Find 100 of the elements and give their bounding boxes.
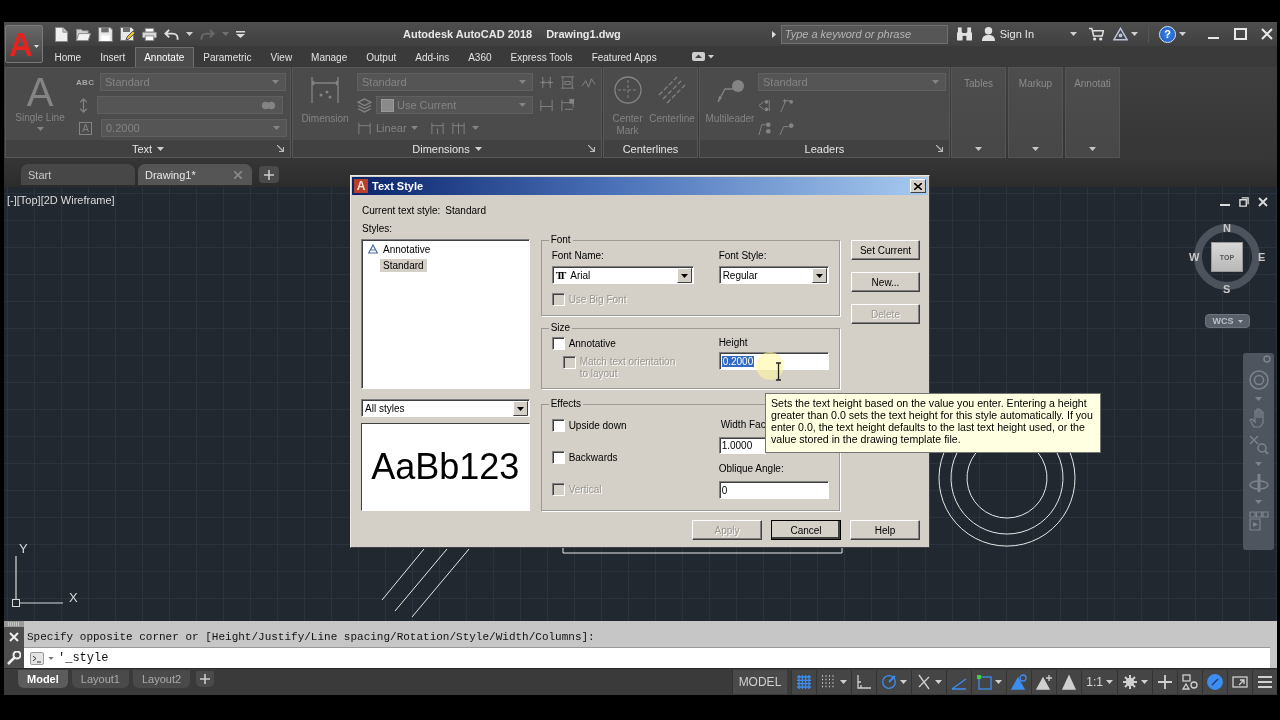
height-field[interactable]: 0.2000 — [718, 352, 829, 370]
search-field[interactable]: Type a keyword or phrase — [780, 24, 948, 44]
new-style-button[interactable]: New... — [851, 272, 920, 292]
save-as-icon[interactable] — [120, 26, 135, 42]
polar-toggle[interactable] — [876, 670, 912, 694]
ribbon-tab[interactable]: Insert — [90, 47, 135, 67]
checkbox[interactable] — [551, 418, 565, 432]
ribbon-tab[interactable]: Featured Apps — [582, 47, 667, 67]
backwards-label: Backwards — [568, 450, 618, 464]
annotation-visibility-toggle[interactable] — [1006, 670, 1032, 694]
oblique-angle-field[interactable]: 0 — [718, 481, 829, 499]
caret-icon — [410, 126, 418, 130]
customize-toolbar-icon[interactable] — [236, 30, 245, 38]
gear-icon — [1122, 674, 1138, 690]
isometric-toggle[interactable] — [911, 670, 947, 694]
ribbon-tab[interactable]: Output — [356, 47, 406, 67]
caret-icon[interactable] — [1070, 32, 1077, 36]
caret-icon[interactable] — [1131, 32, 1138, 36]
undo-icon[interactable] — [164, 26, 179, 42]
maximize-icon[interactable] — [1234, 28, 1247, 40]
file-name: Drawing1.dwg — [546, 28, 621, 40]
file-tab[interactable]: Drawing1* — [138, 164, 252, 185]
object-snap-toggle[interactable] — [971, 670, 1007, 694]
save-icon[interactable] — [98, 26, 113, 42]
layout-tab[interactable]: Layout2 — [132, 670, 191, 688]
ribbon-tab[interactable]: Manage — [301, 47, 357, 67]
dialog-launcher-icon[interactable] — [277, 145, 284, 152]
sign-in-button[interactable]: Sign In — [980, 27, 1034, 41]
font-style-dropdown[interactable]: Regular — [718, 266, 829, 284]
viewport-control[interactable]: [Top] — [16, 194, 41, 206]
new-file-icon[interactable] — [54, 26, 69, 42]
expand-arrow-icon[interactable] — [771, 30, 776, 38]
file-tab[interactable]: Start — [21, 164, 135, 185]
command-prompt-icon — [30, 651, 44, 665]
performance-toggle[interactable] — [1202, 670, 1227, 694]
customize-button[interactable] — [1252, 670, 1277, 694]
leaders-panel-title: Leaders — [804, 142, 845, 155]
open-folder-icon[interactable] — [76, 26, 91, 42]
restore-icon[interactable] — [1239, 197, 1249, 207]
ribbon-tab[interactable]: Express Tools — [501, 47, 583, 67]
triangle-network-icon[interactable] — [1113, 27, 1128, 41]
ribbon-toggle-icon[interactable] — [692, 52, 715, 61]
new-tab-button[interactable] — [259, 166, 279, 183]
dialog-launcher-icon[interactable] — [588, 145, 595, 152]
viewport-control[interactable]: [2D Wireframe] — [40, 194, 115, 206]
ribbon-tab[interactable]: Add-ins — [405, 47, 459, 67]
fullscreen-button[interactable] — [1227, 670, 1252, 694]
caret-icon[interactable] — [186, 32, 193, 36]
tracking-toggle[interactable] — [946, 670, 972, 694]
checkbox[interactable] — [551, 336, 565, 350]
style-item[interactable]: Standard — [380, 258, 427, 272]
ortho-toggle[interactable] — [851, 670, 877, 694]
cart-icon[interactable] — [1089, 27, 1104, 41]
add-button[interactable] — [1152, 670, 1177, 694]
style-item[interactable]: Annotative — [380, 242, 434, 256]
auto-scale-toggle[interactable] — [1031, 670, 1057, 694]
workspace-button[interactable] — [1117, 670, 1152, 694]
style-filter-dropdown[interactable]: All styles — [361, 399, 530, 417]
print-icon[interactable] — [142, 26, 157, 42]
caret-icon[interactable] — [1179, 32, 1186, 36]
ribbon-tab[interactable]: Parametric — [193, 47, 262, 67]
layout-tab[interactable]: Model — [18, 670, 68, 688]
width-factor-label: Width Fac — [720, 418, 766, 431]
ucs-menu-button[interactable]: WCS — [1205, 314, 1250, 328]
binoculars-icon[interactable] — [956, 27, 972, 41]
help-button[interactable]: Help — [850, 520, 920, 540]
help-button[interactable]: ? — [1159, 25, 1176, 43]
dialog-launcher-icon[interactable] — [936, 145, 943, 152]
annotation-scale-toggle[interactable] — [1056, 670, 1082, 694]
axis-label: Y — [19, 542, 28, 555]
grid-toggle[interactable] — [791, 670, 817, 694]
model-space-button[interactable]: MODEL — [731, 670, 788, 694]
ribbon-tab[interactable]: View — [261, 47, 302, 67]
caret-icon — [932, 80, 939, 84]
command-input[interactable]: '_style — [24, 647, 1270, 668]
layout-tab[interactable]: Layout1 — [71, 670, 129, 688]
cancel-button[interactable]: Cancel — [771, 520, 841, 540]
new-layout-button[interactable] — [196, 671, 215, 687]
width-factor-field[interactable]: 1.0000 — [718, 437, 766, 454]
scale-dropdown[interactable]: 1:1 — [1081, 670, 1117, 694]
caret-icon — [272, 80, 279, 84]
dropdown-arrow-icon — [512, 400, 528, 416]
close-button[interactable] — [910, 179, 926, 193]
caret-icon — [975, 147, 982, 151]
ribbon-tab[interactable]: Annotate — [134, 47, 194, 67]
compass-letter: W — [1189, 251, 1201, 265]
font-name-dropdown[interactable]: TT Arial — [551, 266, 694, 284]
grip-icon[interactable] — [8, 622, 20, 626]
viewport-control[interactable]: [-] — [7, 194, 17, 206]
isolate-button[interactable] — [1177, 670, 1202, 694]
upside-down-label: Upside down — [568, 418, 627, 432]
set-current-button[interactable]: Set Current — [851, 240, 920, 260]
ribbon-tab[interactable]: A360 — [458, 47, 502, 67]
checkbox[interactable] — [551, 450, 565, 464]
text-style-glyph: ABC — [76, 77, 94, 87]
text-height-glyph: A — [79, 121, 92, 135]
wrench-icon[interactable] — [7, 650, 21, 665]
ribbon-tab[interactable]: Home — [45, 47, 91, 67]
snap-toggle[interactable] — [816, 670, 852, 694]
size-group-label: Size — [549, 322, 572, 334]
